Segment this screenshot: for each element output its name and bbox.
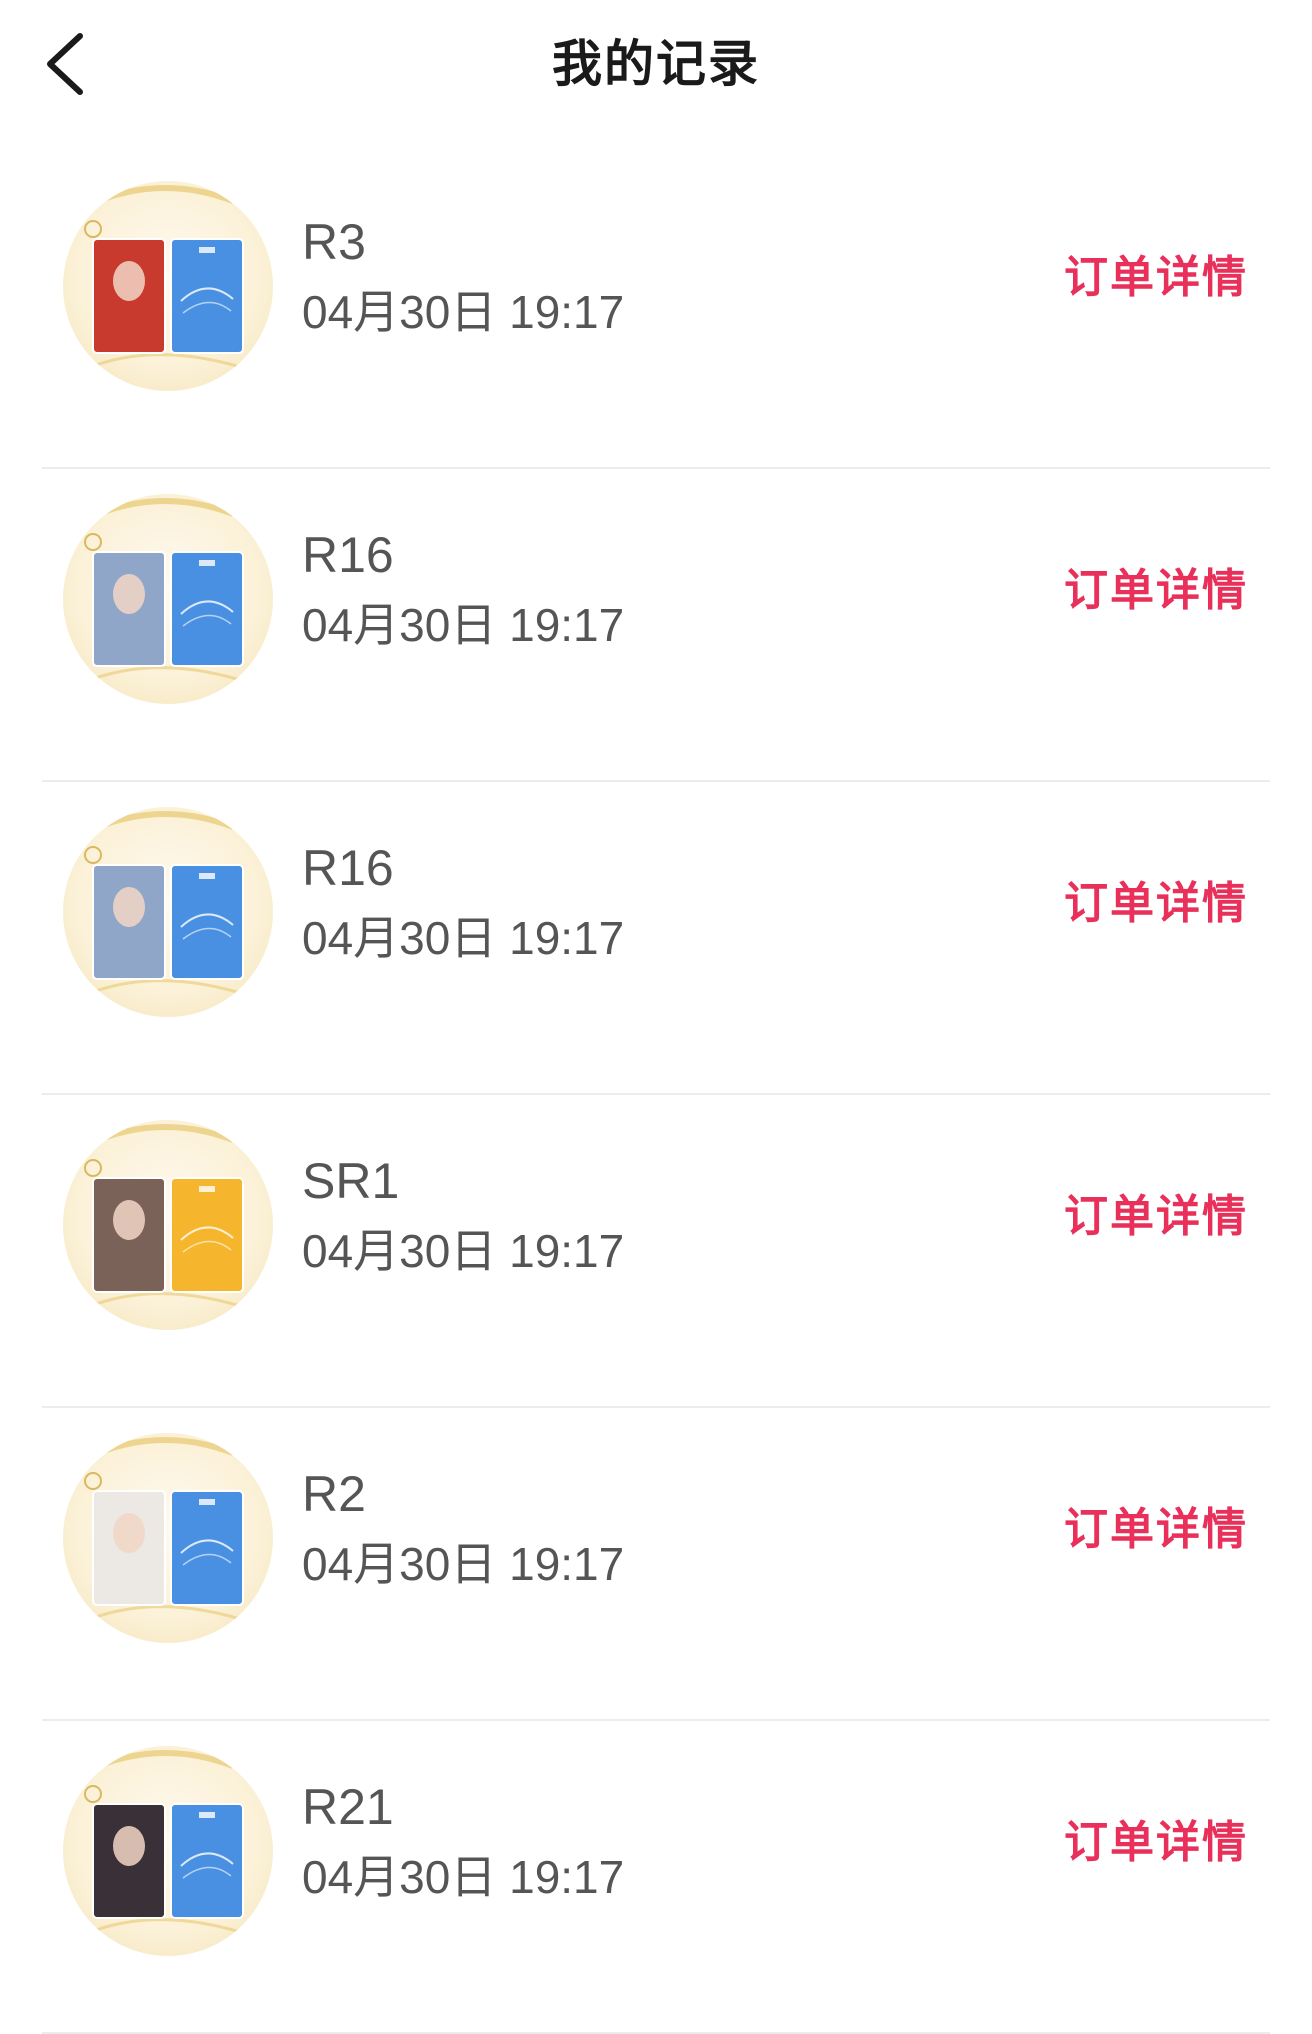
list-item: R2 04月30日 19:17 订单详情 — [0, 1408, 1312, 1721]
card-name: R16 — [302, 527, 394, 583]
back-card — [170, 864, 244, 980]
back-card — [170, 551, 244, 667]
card-name: R21 — [302, 1779, 394, 1835]
card-pair-image — [84, 1750, 254, 1938]
back-card — [170, 238, 244, 354]
card-pair-image — [84, 498, 254, 686]
card-name: R2 — [302, 1466, 366, 1522]
card-thumbnail — [63, 1120, 273, 1330]
order-detail-link[interactable]: 订单详情 — [1064, 561, 1248, 621]
record-time: 04月30日 19:17 — [302, 1225, 625, 1277]
card-thumbnail — [63, 494, 273, 704]
card-thumbnail — [63, 181, 273, 391]
order-detail-link[interactable]: 订单详情 — [1064, 248, 1248, 308]
back-card — [170, 1490, 244, 1606]
record-time: 04月30日 19:17 — [302, 599, 625, 651]
card-thumbnail — [63, 1433, 273, 1643]
order-detail-link[interactable]: 订单详情 — [1064, 1187, 1248, 1247]
card-name: R3 — [302, 214, 366, 270]
card-pair-image — [84, 811, 254, 999]
list-item: R3 04月30日 19:17 订单详情 — [0, 156, 1312, 469]
record-time: 04月30日 19:17 — [302, 1538, 625, 1590]
list-item: R16 04月30日 19:17 订单详情 — [0, 469, 1312, 782]
nav-bar: 我的记录 — [0, 0, 1312, 130]
card-name: R16 — [302, 840, 394, 896]
card-name: SR1 — [302, 1153, 400, 1209]
card-thumbnail — [63, 807, 273, 1017]
page-title: 我的记录 — [552, 35, 760, 93]
record-list: R3 04月30日 19:17 订单详情 R16 04月30日 19:17 订单… — [0, 156, 1312, 2034]
order-detail-link[interactable]: 订单详情 — [1064, 1500, 1248, 1560]
list-item: SR1 04月30日 19:17 订单详情 — [0, 1095, 1312, 1408]
record-time: 04月30日 19:17 — [302, 1851, 625, 1903]
order-detail-link[interactable]: 订单详情 — [1064, 1813, 1248, 1873]
card-pair-image — [84, 185, 254, 373]
card-thumbnail — [63, 1746, 273, 1956]
order-detail-link[interactable]: 订单详情 — [1064, 874, 1248, 934]
list-item: R16 04月30日 19:17 订单详情 — [0, 782, 1312, 1095]
record-time: 04月30日 19:17 — [302, 912, 625, 964]
record-time: 04月30日 19:17 — [302, 286, 625, 338]
list-item: R21 04月30日 19:17 订单详情 — [0, 1721, 1312, 2034]
back-card — [170, 1803, 244, 1919]
back-card — [170, 1177, 244, 1293]
card-pair-image — [84, 1437, 254, 1625]
card-pair-image — [84, 1124, 254, 1312]
